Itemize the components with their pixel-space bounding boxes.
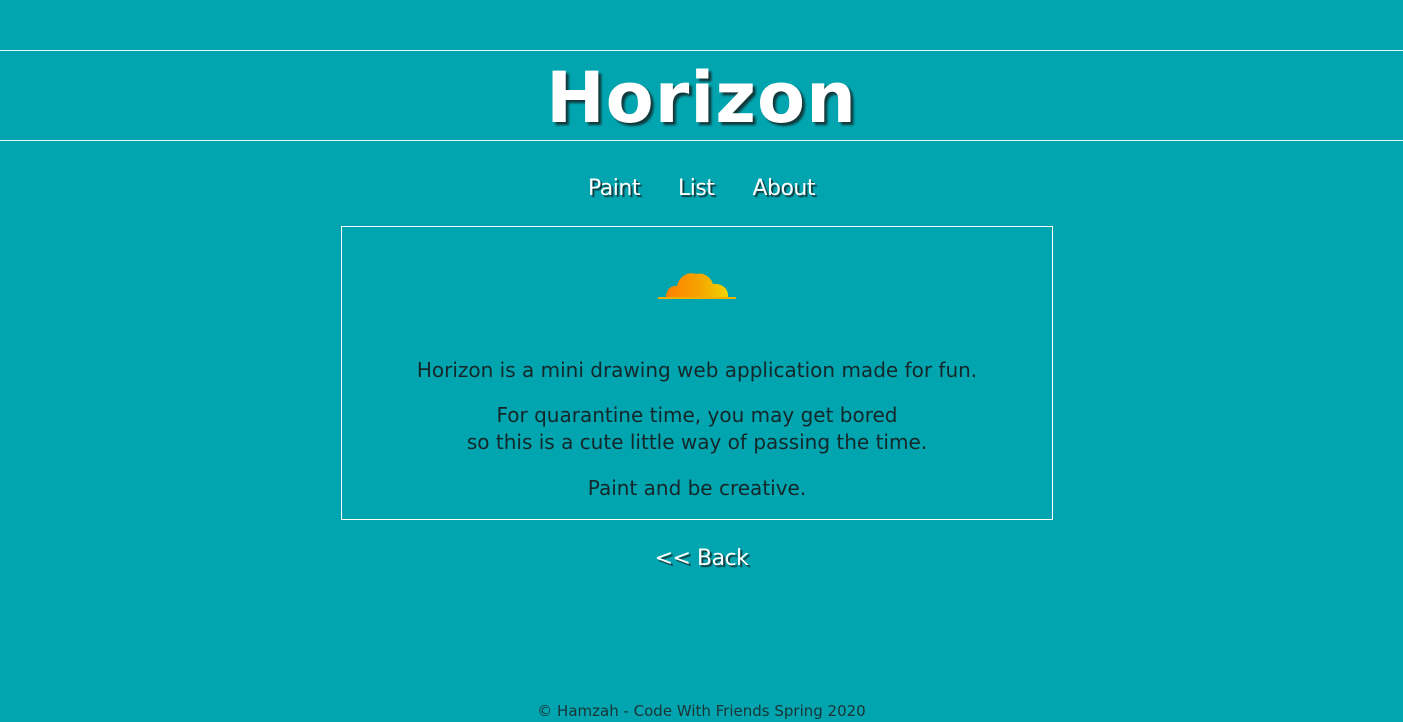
- about-paragraph-2-line-2: so this is a cute little way of passing …: [466, 430, 928, 454]
- page-title: Horizon: [546, 57, 857, 139]
- back-link[interactable]: << Back: [655, 546, 749, 571]
- footer-credit: © Hamzah - Code With Friends Spring 2020: [537, 702, 866, 720]
- about-paragraph-2: For quarantine time, you may get bored s…: [342, 402, 1052, 456]
- about-paragraph-2-line-1: For quarantine time, you may get bored: [496, 403, 898, 427]
- back-link-container: << Back: [0, 542, 1403, 576]
- nav-item-paint[interactable]: Paint: [588, 172, 640, 206]
- nav-item-about[interactable]: About: [752, 172, 815, 206]
- horizon-cloud-icon: [658, 273, 736, 299]
- main-nav: Paint List About: [0, 172, 1403, 206]
- about-paragraph-3: Paint and be creative.: [587, 476, 807, 500]
- nav-item-list[interactable]: List: [678, 172, 715, 206]
- about-paragraph-1: Horizon is a mini drawing web applicatio…: [416, 358, 978, 382]
- about-card: Horizon is a mini drawing web applicatio…: [341, 226, 1053, 520]
